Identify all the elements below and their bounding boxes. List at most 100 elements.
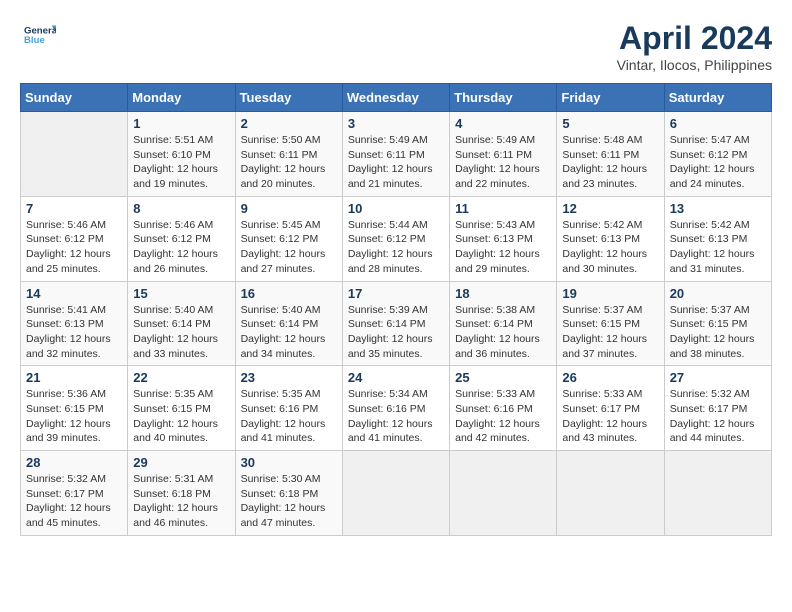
day-number: 5 xyxy=(562,116,658,131)
day-cell: 11 Sunrise: 5:43 AM Sunset: 6:13 PM Dayli… xyxy=(450,196,557,281)
day-info: Sunrise: 5:38 AM Sunset: 6:14 PM Dayligh… xyxy=(455,303,551,362)
day-number: 21 xyxy=(26,370,122,385)
day-info: Sunrise: 5:44 AM Sunset: 6:12 PM Dayligh… xyxy=(348,218,444,277)
week-row-3: 14Sunrise: 5:41 AM Sunset: 6:13 PM Dayli… xyxy=(21,281,772,366)
day-number: 23 xyxy=(241,370,337,385)
calendar-table: SundayMondayTuesdayWednesdayThursdayFrid… xyxy=(20,83,772,536)
day-info: Sunrise: 5:32 AM Sunset: 6:17 PM Dayligh… xyxy=(26,472,122,531)
day-cell: 26 Sunrise: 5:33 AM Sunset: 6:17 PM Dayli… xyxy=(557,366,664,451)
day-number: 27 xyxy=(670,370,766,385)
day-number: 10 xyxy=(348,201,444,216)
day-cell: 10 Sunrise: 5:44 AM Sunset: 6:12 PM Dayli… xyxy=(342,196,449,281)
day-info: Sunrise: 5:40 AM Sunset: 6:14 PM Dayligh… xyxy=(133,303,229,362)
title-block: April 2024 Vintar, Ilocos, Philippines xyxy=(617,20,772,73)
day-number: 6 xyxy=(670,116,766,131)
day-info: Sunrise: 5:49 AM Sunset: 6:11 PM Dayligh… xyxy=(348,133,444,192)
month-title: April 2024 xyxy=(617,20,772,57)
day-cell: 27 Sunrise: 5:32 AM Sunset: 6:17 PM Dayli… xyxy=(664,366,771,451)
day-cell: 23 Sunrise: 5:35 AM Sunset: 6:16 PM Dayli… xyxy=(235,366,342,451)
day-cell: 20 Sunrise: 5:37 AM Sunset: 6:15 PM Dayli… xyxy=(664,281,771,366)
day-cell xyxy=(450,451,557,536)
day-cell: 25Sunrise: 5:33 AM Sunset: 6:16 PM Dayli… xyxy=(450,366,557,451)
day-cell: 6 Sunrise: 5:47 AM Sunset: 6:12 PM Daylig… xyxy=(664,112,771,197)
day-cell: 9 Sunrise: 5:45 AM Sunset: 6:12 PM Daylig… xyxy=(235,196,342,281)
day-number: 26 xyxy=(562,370,658,385)
day-info: Sunrise: 5:39 AM Sunset: 6:14 PM Dayligh… xyxy=(348,303,444,362)
day-info: Sunrise: 5:37 AM Sunset: 6:15 PM Dayligh… xyxy=(562,303,658,362)
day-number: 1 xyxy=(133,116,229,131)
header-friday: Friday xyxy=(557,84,664,112)
day-number: 24 xyxy=(348,370,444,385)
day-cell: 18 Sunrise: 5:38 AM Sunset: 6:14 PM Dayli… xyxy=(450,281,557,366)
header-monday: Monday xyxy=(128,84,235,112)
day-cell: 5 Sunrise: 5:48 AM Sunset: 6:11 PM Daylig… xyxy=(557,112,664,197)
day-info: Sunrise: 5:31 AM Sunset: 6:18 PM Dayligh… xyxy=(133,472,229,531)
day-number: 13 xyxy=(670,201,766,216)
day-cell: 15 Sunrise: 5:40 AM Sunset: 6:14 PM Dayli… xyxy=(128,281,235,366)
week-row-5: 28 Sunrise: 5:32 AM Sunset: 6:17 PM Dayli… xyxy=(21,451,772,536)
day-cell: 30Sunrise: 5:30 AM Sunset: 6:18 PM Dayli… xyxy=(235,451,342,536)
day-number: 28 xyxy=(26,455,122,470)
day-number: 18 xyxy=(455,286,551,301)
day-cell xyxy=(342,451,449,536)
day-number: 2 xyxy=(241,116,337,131)
day-cell: 13 Sunrise: 5:42 AM Sunset: 6:13 PM Dayli… xyxy=(664,196,771,281)
header-wednesday: Wednesday xyxy=(342,84,449,112)
day-cell: 2 Sunrise: 5:50 AM Sunset: 6:11 PM Daylig… xyxy=(235,112,342,197)
day-info: Sunrise: 5:46 AM Sunset: 6:12 PM Dayligh… xyxy=(26,218,122,277)
week-row-2: 7 Sunrise: 5:46 AM Sunset: 6:12 PM Daylig… xyxy=(21,196,772,281)
day-cell: 28 Sunrise: 5:32 AM Sunset: 6:17 PM Dayli… xyxy=(21,451,128,536)
day-info: Sunrise: 5:33 AM Sunset: 6:17 PM Dayligh… xyxy=(562,387,658,446)
day-cell: 17Sunrise: 5:39 AM Sunset: 6:14 PM Dayli… xyxy=(342,281,449,366)
day-info: Sunrise: 5:51 AM Sunset: 6:10 PM Dayligh… xyxy=(133,133,229,192)
day-cell: 8 Sunrise: 5:46 AM Sunset: 6:12 PM Daylig… xyxy=(128,196,235,281)
header-thursday: Thursday xyxy=(450,84,557,112)
day-info: Sunrise: 5:47 AM Sunset: 6:12 PM Dayligh… xyxy=(670,133,766,192)
day-number: 8 xyxy=(133,201,229,216)
day-number: 20 xyxy=(670,286,766,301)
header-saturday: Saturday xyxy=(664,84,771,112)
day-number: 30 xyxy=(241,455,337,470)
day-info: Sunrise: 5:50 AM Sunset: 6:11 PM Dayligh… xyxy=(241,133,337,192)
day-cell: 16Sunrise: 5:40 AM Sunset: 6:14 PM Dayli… xyxy=(235,281,342,366)
day-cell: 29Sunrise: 5:31 AM Sunset: 6:18 PM Dayli… xyxy=(128,451,235,536)
day-info: Sunrise: 5:43 AM Sunset: 6:13 PM Dayligh… xyxy=(455,218,551,277)
day-cell: 3 Sunrise: 5:49 AM Sunset: 6:11 PM Daylig… xyxy=(342,112,449,197)
day-info: Sunrise: 5:45 AM Sunset: 6:12 PM Dayligh… xyxy=(241,218,337,277)
day-info: Sunrise: 5:37 AM Sunset: 6:15 PM Dayligh… xyxy=(670,303,766,362)
logo: General Blue xyxy=(20,20,56,57)
day-info: Sunrise: 5:40 AM Sunset: 6:14 PM Dayligh… xyxy=(241,303,337,362)
day-number: 9 xyxy=(241,201,337,216)
week-row-4: 21 Sunrise: 5:36 AM Sunset: 6:15 PM Dayli… xyxy=(21,366,772,451)
location: Vintar, Ilocos, Philippines xyxy=(617,57,772,73)
day-cell: 22Sunrise: 5:35 AM Sunset: 6:15 PM Dayli… xyxy=(128,366,235,451)
day-cell: 4Sunrise: 5:49 AM Sunset: 6:11 PM Daylig… xyxy=(450,112,557,197)
day-number: 7 xyxy=(26,201,122,216)
svg-text:Blue: Blue xyxy=(24,35,45,46)
day-cell xyxy=(21,112,128,197)
day-cell: 21 Sunrise: 5:36 AM Sunset: 6:15 PM Dayli… xyxy=(21,366,128,451)
day-info: Sunrise: 5:35 AM Sunset: 6:16 PM Dayligh… xyxy=(241,387,337,446)
week-row-1: 1 Sunrise: 5:51 AM Sunset: 6:10 PM Daylig… xyxy=(21,112,772,197)
day-cell xyxy=(664,451,771,536)
day-info: Sunrise: 5:32 AM Sunset: 6:17 PM Dayligh… xyxy=(670,387,766,446)
day-number: 12 xyxy=(562,201,658,216)
day-info: Sunrise: 5:48 AM Sunset: 6:11 PM Dayligh… xyxy=(562,133,658,192)
day-number: 15 xyxy=(133,286,229,301)
day-info: Sunrise: 5:42 AM Sunset: 6:13 PM Dayligh… xyxy=(670,218,766,277)
day-cell: 19 Sunrise: 5:37 AM Sunset: 6:15 PM Dayli… xyxy=(557,281,664,366)
day-info: Sunrise: 5:49 AM Sunset: 6:11 PM Dayligh… xyxy=(455,133,551,192)
day-info: Sunrise: 5:42 AM Sunset: 6:13 PM Dayligh… xyxy=(562,218,658,277)
calendar-header-row: SundayMondayTuesdayWednesdayThursdayFrid… xyxy=(21,84,772,112)
day-cell: 1 Sunrise: 5:51 AM Sunset: 6:10 PM Daylig… xyxy=(128,112,235,197)
header-sunday: Sunday xyxy=(21,84,128,112)
day-cell: 14Sunrise: 5:41 AM Sunset: 6:13 PM Dayli… xyxy=(21,281,128,366)
day-number: 11 xyxy=(455,201,551,216)
day-info: Sunrise: 5:36 AM Sunset: 6:15 PM Dayligh… xyxy=(26,387,122,446)
day-info: Sunrise: 5:41 AM Sunset: 6:13 PM Dayligh… xyxy=(26,303,122,362)
day-info: Sunrise: 5:46 AM Sunset: 6:12 PM Dayligh… xyxy=(133,218,229,277)
day-cell: 24Sunrise: 5:34 AM Sunset: 6:16 PM Dayli… xyxy=(342,366,449,451)
day-cell: 12 Sunrise: 5:42 AM Sunset: 6:13 PM Dayli… xyxy=(557,196,664,281)
day-number: 19 xyxy=(562,286,658,301)
day-number: 3 xyxy=(348,116,444,131)
